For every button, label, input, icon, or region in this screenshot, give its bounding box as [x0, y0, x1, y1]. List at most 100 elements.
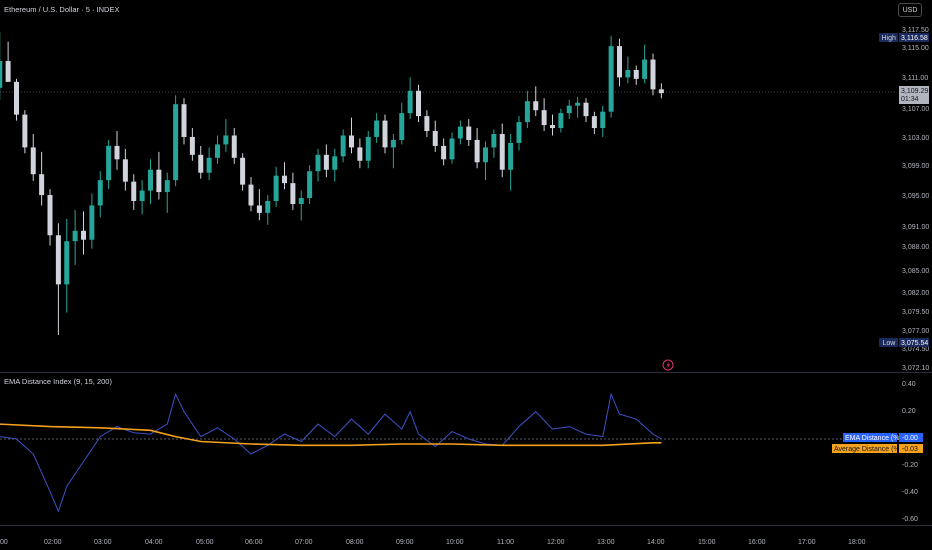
price-tick: 3,095.00	[902, 193, 929, 200]
candle-body	[114, 145, 120, 160]
candle-body	[357, 147, 363, 161]
high-price-label: High 3,116.58	[879, 33, 929, 42]
candle	[650, 53, 656, 96]
candle-body	[307, 171, 313, 199]
average-distance-value: -0.03	[902, 446, 918, 453]
candle-body	[449, 138, 455, 160]
candle-body	[97, 180, 103, 206]
candle-body	[131, 181, 137, 201]
time-tick: 00	[0, 539, 8, 546]
candle-body	[64, 241, 70, 285]
indicator-tick: 0.40	[902, 381, 916, 388]
last-price-label: 3,109.29 01:34	[899, 86, 929, 104]
time-tick: 08:00	[346, 539, 364, 546]
candle-body	[499, 133, 505, 170]
candle-body	[181, 104, 187, 137]
candle-body	[508, 142, 514, 170]
time-tick: 17:00	[798, 539, 816, 546]
candle-body	[122, 159, 128, 182]
candle-body	[457, 126, 463, 139]
candle-body	[650, 59, 656, 90]
candle-body	[55, 235, 61, 285]
candle-body	[139, 190, 145, 201]
indicator-tick: -0.60	[902, 516, 918, 523]
candle-body	[223, 135, 229, 145]
candle-body	[491, 133, 497, 148]
candle-body	[248, 184, 254, 206]
candle-body	[524, 101, 530, 123]
candle-body	[332, 156, 338, 170]
time-tick: 09:00	[396, 539, 414, 546]
candle-body	[273, 175, 279, 201]
candle-body	[625, 69, 631, 78]
price-tick: 3,085.00	[902, 268, 929, 275]
candle-body	[89, 205, 95, 240]
time-tick: 02:00	[44, 539, 62, 546]
candle-body	[290, 183, 296, 204]
high-tag-text: High	[882, 35, 897, 42]
time-tick: 06:00	[245, 539, 263, 546]
candle-body	[14, 81, 19, 115]
average-distance-tag: Average Distance (%)	[834, 446, 902, 453]
price-tick: 3,115.00	[902, 45, 929, 52]
last-price-value: 3,109.29	[901, 88, 928, 95]
currency-button[interactable]: USD	[898, 3, 922, 17]
candle-body	[256, 205, 262, 213]
time-tick: 04:00	[145, 539, 163, 546]
candle-body	[30, 147, 36, 175]
candle-body	[575, 102, 581, 106]
candle-body	[215, 144, 220, 158]
symbol-title[interactable]: Ethereum / U.S. Dollar · 5 · INDEX	[4, 5, 119, 14]
candle-body	[198, 154, 204, 173]
time-tick: 12:00	[547, 539, 565, 546]
price-tick: 3,079.50	[902, 309, 929, 316]
candle-body	[231, 135, 237, 158]
candle-body	[164, 180, 170, 193]
candle-body	[282, 175, 287, 184]
price-tick: 3,088.00	[902, 244, 929, 251]
low-value: 3,075.54	[901, 340, 928, 347]
time-tick: 14:00	[647, 539, 665, 546]
time-tick: 05:00	[196, 539, 214, 546]
price-tick: 3,107.00	[902, 106, 929, 113]
price-tick: 3,074.50	[902, 346, 929, 353]
candle-body	[315, 154, 321, 172]
low-tag-text: Low	[883, 340, 897, 347]
candle-body	[516, 122, 522, 143]
candle-countdown: 01:34	[901, 96, 919, 103]
time-tick: 03:00	[94, 539, 112, 546]
price-tick: 3,111.00	[902, 75, 928, 82]
candle-body	[189, 136, 195, 155]
candle-body	[583, 102, 589, 117]
candle-body	[365, 136, 371, 161]
candle-body	[156, 169, 162, 193]
candle-body	[374, 120, 380, 137]
indicator-tick: -0.40	[902, 489, 918, 496]
candle-body	[349, 135, 354, 148]
time-tick: 15:00	[698, 539, 716, 546]
high-value: 3,116.58	[901, 35, 928, 42]
price-tick: 3,072.10	[902, 365, 929, 372]
indicator-tick: -0.20	[902, 462, 918, 469]
price-tick: 3,077.00	[902, 328, 929, 335]
candle-body	[323, 154, 329, 170]
candle-body	[558, 113, 564, 129]
candle-body	[206, 157, 212, 173]
candle-body	[608, 46, 614, 112]
time-tick: 18:00	[848, 539, 866, 546]
candle-body	[591, 116, 597, 129]
indicator-title[interactable]: EMA Distance Index (9, 15, 200)	[4, 377, 112, 386]
time-tick: 10:00	[446, 539, 464, 546]
candle-body	[617, 46, 622, 78]
candle	[22, 110, 28, 154]
candle-body	[533, 101, 539, 111]
candle-body	[642, 59, 648, 79]
candle	[608, 35, 614, 118]
candle-body	[0, 61, 3, 88]
candle-body	[39, 174, 45, 196]
candle-body	[72, 230, 78, 242]
time-tick: 13:00	[597, 539, 615, 546]
candle	[14, 78, 19, 121]
candle-body	[466, 126, 472, 140]
ema-distance-tag: EMA Distance (%)	[845, 435, 902, 442]
